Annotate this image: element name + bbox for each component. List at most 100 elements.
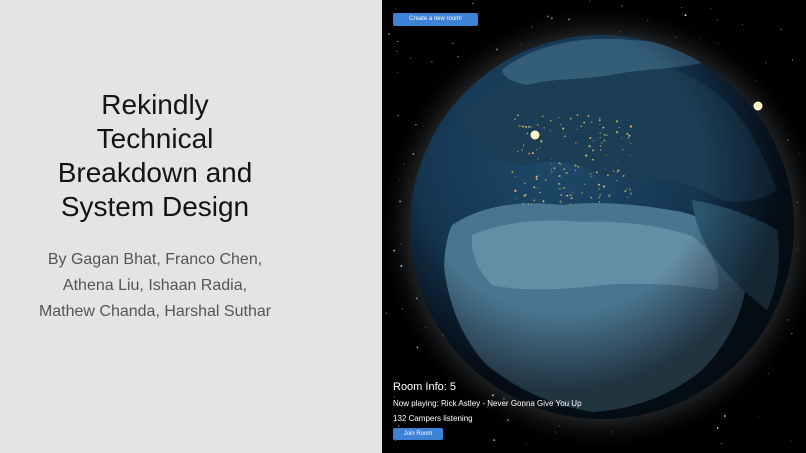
city-light xyxy=(536,124,539,126)
city-light xyxy=(559,123,562,126)
city-light xyxy=(576,114,579,116)
city-light xyxy=(627,137,629,139)
city-light xyxy=(550,168,552,170)
city-light xyxy=(585,154,588,157)
city-light xyxy=(615,131,619,134)
city-light xyxy=(615,120,619,123)
city-light xyxy=(598,119,601,122)
city-light xyxy=(602,185,605,188)
city-light xyxy=(606,134,608,136)
city-light xyxy=(521,202,523,204)
room-marker-europe[interactable] xyxy=(530,130,540,140)
city-light xyxy=(602,126,605,129)
city-light xyxy=(535,178,538,180)
city-light xyxy=(539,191,541,194)
city-light xyxy=(604,133,607,136)
city-light xyxy=(617,169,620,172)
city-light xyxy=(564,135,566,138)
city-light xyxy=(626,188,628,190)
city-light xyxy=(599,193,602,196)
city-light xyxy=(576,128,578,130)
city-light xyxy=(544,179,547,182)
city-light xyxy=(558,162,561,165)
city-light xyxy=(599,117,601,120)
app-screenshot: Create a new room! Room Info: 5 Now play… xyxy=(382,0,806,453)
city-light xyxy=(528,125,531,128)
city-light xyxy=(574,170,576,172)
listener-count: 132 Campers listening xyxy=(393,414,473,423)
city-light xyxy=(563,187,565,189)
city-light xyxy=(587,115,590,117)
city-light xyxy=(622,149,624,151)
city-light xyxy=(514,176,517,178)
city-light xyxy=(569,117,572,120)
city-light xyxy=(524,151,526,153)
city-light xyxy=(550,163,552,165)
city-light xyxy=(572,192,573,194)
city-light xyxy=(598,201,601,203)
city-light xyxy=(629,125,632,128)
city-light xyxy=(598,188,600,190)
city-light xyxy=(600,149,602,151)
city-light xyxy=(536,148,538,151)
city-light xyxy=(570,197,573,200)
city-light xyxy=(558,175,561,177)
city-light xyxy=(590,197,592,199)
city-light xyxy=(605,154,607,156)
city-light xyxy=(627,119,629,121)
city-light xyxy=(569,194,572,197)
city-light xyxy=(577,148,579,150)
city-light xyxy=(597,183,600,186)
city-light xyxy=(599,145,602,147)
city-light xyxy=(557,116,560,119)
city-light xyxy=(537,187,539,189)
room-marker-asia[interactable] xyxy=(753,101,763,111)
city-light xyxy=(603,139,606,142)
join-room-button[interactable]: Join Room xyxy=(393,428,443,440)
city-light xyxy=(622,174,625,177)
city-light xyxy=(538,174,540,176)
city-light xyxy=(621,137,623,139)
city-light xyxy=(522,144,525,146)
city-light xyxy=(608,194,611,197)
create-room-button[interactable]: Create a new room! xyxy=(393,13,478,26)
city-light xyxy=(572,191,574,193)
city-light xyxy=(599,123,601,126)
city-light xyxy=(522,125,524,128)
city-light xyxy=(590,121,593,123)
city-light xyxy=(618,127,620,129)
city-light xyxy=(551,158,553,160)
city-light xyxy=(515,197,517,200)
city-light xyxy=(565,171,568,175)
city-light xyxy=(629,154,631,156)
city-light xyxy=(581,192,583,194)
now-playing-text: Now playing: Rick Astley - Never Gonna G… xyxy=(393,399,582,408)
globe-shadow xyxy=(410,35,794,419)
city-light xyxy=(553,167,555,169)
city-light xyxy=(550,120,552,122)
city-light xyxy=(558,182,561,185)
city-light xyxy=(539,147,541,149)
city-light xyxy=(533,199,536,202)
city-light xyxy=(600,142,603,144)
city-light xyxy=(607,174,609,176)
city-light xyxy=(543,127,545,129)
city-light xyxy=(524,182,526,185)
city-light xyxy=(613,170,615,172)
city-light xyxy=(588,145,591,148)
city-light xyxy=(522,203,525,205)
city-light xyxy=(577,167,579,169)
city-light xyxy=(598,196,601,199)
city-light xyxy=(616,179,618,182)
city-light xyxy=(549,130,551,132)
city-light xyxy=(526,132,529,135)
city-light xyxy=(624,190,627,192)
city-light xyxy=(589,172,592,175)
city-light xyxy=(629,192,633,195)
city-light xyxy=(525,125,527,128)
city-light xyxy=(527,203,530,205)
city-light xyxy=(559,163,562,166)
city-light xyxy=(516,150,519,153)
city-light xyxy=(542,200,545,203)
city-light xyxy=(521,149,523,152)
